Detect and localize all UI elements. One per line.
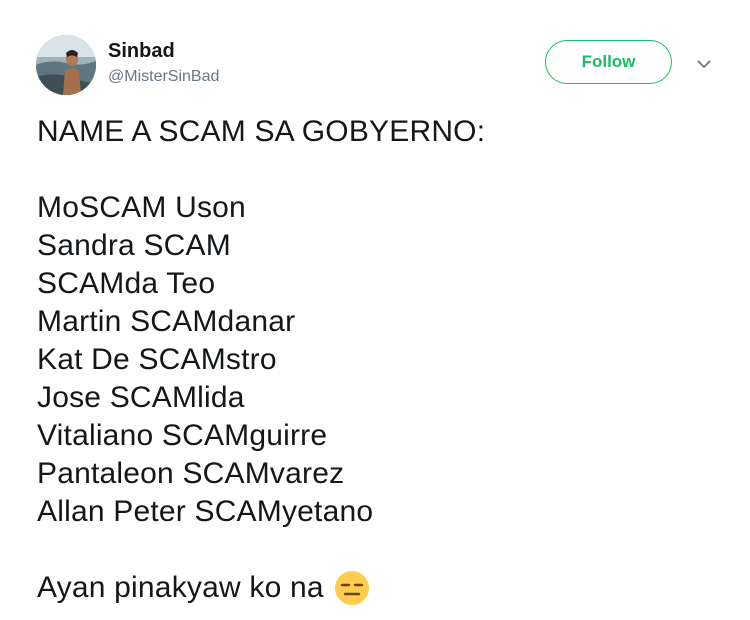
avatar-photo: [36, 35, 96, 95]
user-display-name[interactable]: Sinbad: [108, 40, 175, 63]
list-item: Kat De SCAMstro: [37, 343, 277, 376]
tweet-text: NAME A SCAM SA GOBYERNO: MoSCAM Uson San…: [37, 113, 727, 607]
list-item: Pantaleon SCAMvarez: [37, 457, 345, 490]
follow-button[interactable]: Follow: [545, 40, 672, 84]
list-item: SCAMda Teo: [37, 267, 216, 300]
list-item: Martin SCAMdanar: [37, 305, 296, 338]
list-item: Vitaliano SCAMguirre: [37, 419, 328, 452]
tweet-menu-button[interactable]: [692, 54, 716, 74]
list-item: Allan Peter SCAMyetano: [37, 495, 374, 528]
tweet-closing: Ayan pinakyaw ko na: [37, 569, 727, 607]
tweet-card: Sinbad @MisterSinBad Follow NAME A SCAM …: [0, 0, 750, 620]
tweet-heading: NAME A SCAM SA GOBYERNO:: [37, 115, 486, 148]
user-handle[interactable]: @MisterSinBad: [108, 68, 219, 86]
avatar[interactable]: [36, 35, 96, 95]
list-item: MoSCAM Uson: [37, 191, 246, 224]
list-item: Jose SCAMlida: [37, 381, 245, 414]
chevron-down-icon: [697, 60, 711, 68]
tweet-closing-text: Ayan pinakyaw ko na: [37, 571, 324, 604]
expressionless-face-icon: [334, 571, 369, 605]
list-item: Sandra SCAM: [37, 229, 231, 262]
